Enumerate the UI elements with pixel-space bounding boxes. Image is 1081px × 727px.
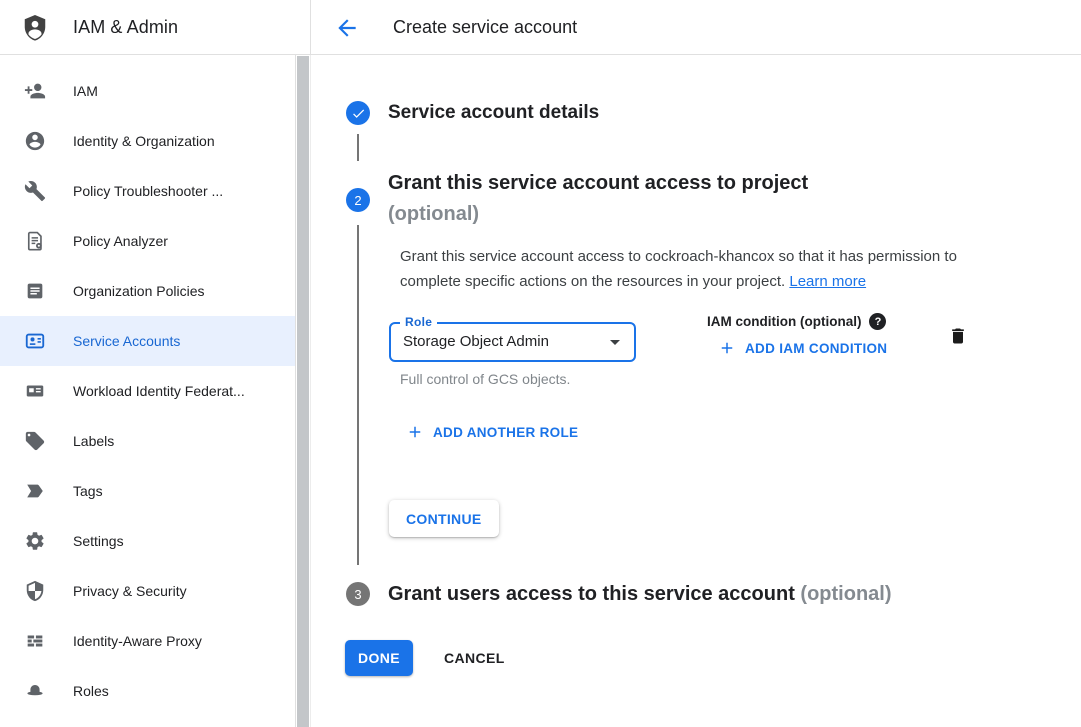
step3-title: Grant users access to this service accou… bbox=[388, 583, 892, 606]
sidebar-item-organization-policies[interactable]: Organization Policies bbox=[0, 266, 295, 316]
sidebar-item-label: Identity-Aware Proxy bbox=[73, 633, 202, 649]
top-header: IAM & Admin Create service account bbox=[0, 0, 1081, 55]
sidebar-scrollbar-thumb[interactable] bbox=[297, 56, 309, 727]
id-card-icon bbox=[24, 380, 46, 402]
person-add-icon bbox=[24, 80, 46, 102]
sidebar-item-label: Workload Identity Federat... bbox=[73, 383, 245, 399]
service-account-badge-icon bbox=[24, 330, 46, 352]
striped-box-icon bbox=[24, 630, 46, 652]
step2-description-text: Grant this service account access to coc… bbox=[400, 248, 957, 290]
step2-optional-suffix: (optional) bbox=[388, 203, 479, 225]
sidebar-item-identity-aware-proxy[interactable]: Identity-Aware Proxy bbox=[0, 616, 295, 666]
cancel-button[interactable]: CANCEL bbox=[427, 640, 522, 676]
create-service-account-panel: Service account details 2 Grant this ser… bbox=[311, 55, 1081, 727]
iam-shield-icon bbox=[20, 13, 50, 43]
sidebar-item-tags[interactable]: Tags bbox=[0, 466, 295, 516]
plus-icon bbox=[406, 423, 424, 441]
add-another-role-label: ADD ANOTHER ROLE bbox=[433, 425, 578, 440]
step3-title-text: Grant users access to this service accou… bbox=[388, 583, 795, 605]
sidebar-item-iam[interactable]: IAM bbox=[0, 66, 295, 116]
half-shield-icon bbox=[24, 580, 46, 602]
document-gear-icon bbox=[24, 230, 46, 252]
role-select[interactable]: Role Storage Object Admin bbox=[389, 322, 636, 362]
sidebar-item-identity-organization[interactable]: Identity & Organization bbox=[0, 116, 295, 166]
step3-optional-suffix: (optional) bbox=[800, 583, 891, 605]
sidebar-item-label: Privacy & Security bbox=[73, 583, 187, 599]
step2-badge: 2 bbox=[346, 188, 370, 212]
step3-badge: 3 bbox=[346, 582, 370, 606]
list-box-icon bbox=[24, 280, 46, 302]
gear-icon bbox=[24, 530, 46, 552]
add-another-role-button[interactable]: ADD ANOTHER ROLE bbox=[406, 423, 578, 441]
sidebar-item-label: Service Accounts bbox=[73, 333, 180, 349]
account-circle-icon bbox=[24, 130, 46, 152]
step2-description: Grant this service account access to coc… bbox=[400, 244, 988, 294]
add-iam-condition-button[interactable]: ADD IAM CONDITION bbox=[718, 339, 887, 357]
help-icon[interactable]: ? bbox=[869, 313, 886, 330]
step2-title: Grant this service account access to pro… bbox=[388, 168, 808, 230]
iam-condition-header: IAM condition (optional) ? bbox=[707, 313, 886, 330]
back-arrow-icon[interactable] bbox=[334, 15, 360, 41]
step1-title: Service account details bbox=[388, 102, 599, 124]
page-title: Create service account bbox=[393, 0, 577, 54]
step2-title-text: Grant this service account access to pro… bbox=[388, 172, 808, 194]
sidebar-item-label: Policy Troubleshooter ... bbox=[73, 183, 223, 199]
sidebar-item-privacy-security[interactable]: Privacy & Security bbox=[0, 566, 295, 616]
sidebar-item-label: Identity & Organization bbox=[73, 133, 215, 149]
stepper-connector bbox=[357, 134, 359, 161]
sidebar-item-label: Settings bbox=[73, 533, 124, 549]
learn-more-link[interactable]: Learn more bbox=[789, 273, 866, 290]
label-tag-icon bbox=[24, 430, 46, 452]
check-icon bbox=[351, 106, 366, 121]
sidebar-item-label: Tags bbox=[73, 483, 103, 499]
continue-button[interactable]: CONTINUE bbox=[389, 500, 499, 537]
done-button[interactable]: DONE bbox=[345, 640, 413, 676]
sidebar-item-label: Organization Policies bbox=[73, 283, 205, 299]
sidebar-item-roles[interactable]: Roles bbox=[0, 666, 295, 716]
sidebar-item-label: IAM bbox=[73, 83, 98, 99]
iam-condition-label: IAM condition (optional) bbox=[707, 314, 861, 329]
sidebar-scrollbar-track bbox=[297, 55, 311, 727]
sidebar-item-workload-identity-federation[interactable]: Workload Identity Federat... bbox=[0, 366, 295, 416]
product-brand: IAM & Admin bbox=[20, 0, 178, 55]
role-select-value: Storage Object Admin bbox=[403, 324, 549, 360]
hat-icon bbox=[24, 680, 46, 702]
role-helper-text: Full control of GCS objects. bbox=[400, 371, 570, 387]
sidebar-item-label: Policy Analyzer bbox=[73, 233, 168, 249]
dropdown-arrow-icon bbox=[603, 330, 627, 354]
sidebar-item-policy-analyzer[interactable]: Policy Analyzer bbox=[0, 216, 295, 266]
tag-arrow-icon bbox=[24, 480, 46, 502]
add-iam-condition-label: ADD IAM CONDITION bbox=[745, 341, 887, 356]
step1-completed-badge bbox=[346, 101, 370, 125]
plus-icon bbox=[718, 339, 736, 357]
sidebar-item-service-accounts[interactable]: Service Accounts bbox=[0, 316, 295, 366]
sidebar-item-labels[interactable]: Labels bbox=[0, 416, 295, 466]
wrench-icon bbox=[24, 180, 46, 202]
delete-role-trash-icon[interactable] bbox=[948, 326, 968, 346]
sidebar-item-label: Roles bbox=[73, 683, 109, 699]
iam-admin-sidebar: IAM Identity & Organization Policy Troub… bbox=[0, 55, 296, 727]
sidebar-item-settings[interactable]: Settings bbox=[0, 516, 295, 566]
sidebar-item-policy-troubleshooter[interactable]: Policy Troubleshooter ... bbox=[0, 166, 295, 216]
sidebar-item-label: Labels bbox=[73, 433, 114, 449]
product-title: IAM & Admin bbox=[73, 17, 178, 38]
header-divider bbox=[310, 0, 311, 55]
stepper-connector bbox=[357, 225, 359, 565]
